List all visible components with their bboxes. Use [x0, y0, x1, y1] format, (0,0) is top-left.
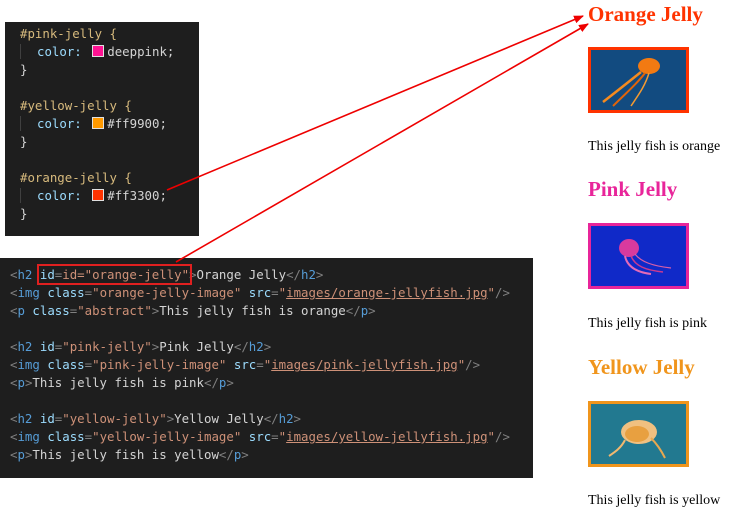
arrow-html-to-heading [175, 23, 589, 263]
arrow-css-to-heading [166, 15, 584, 191]
arrows-overlay [166, 15, 589, 263]
